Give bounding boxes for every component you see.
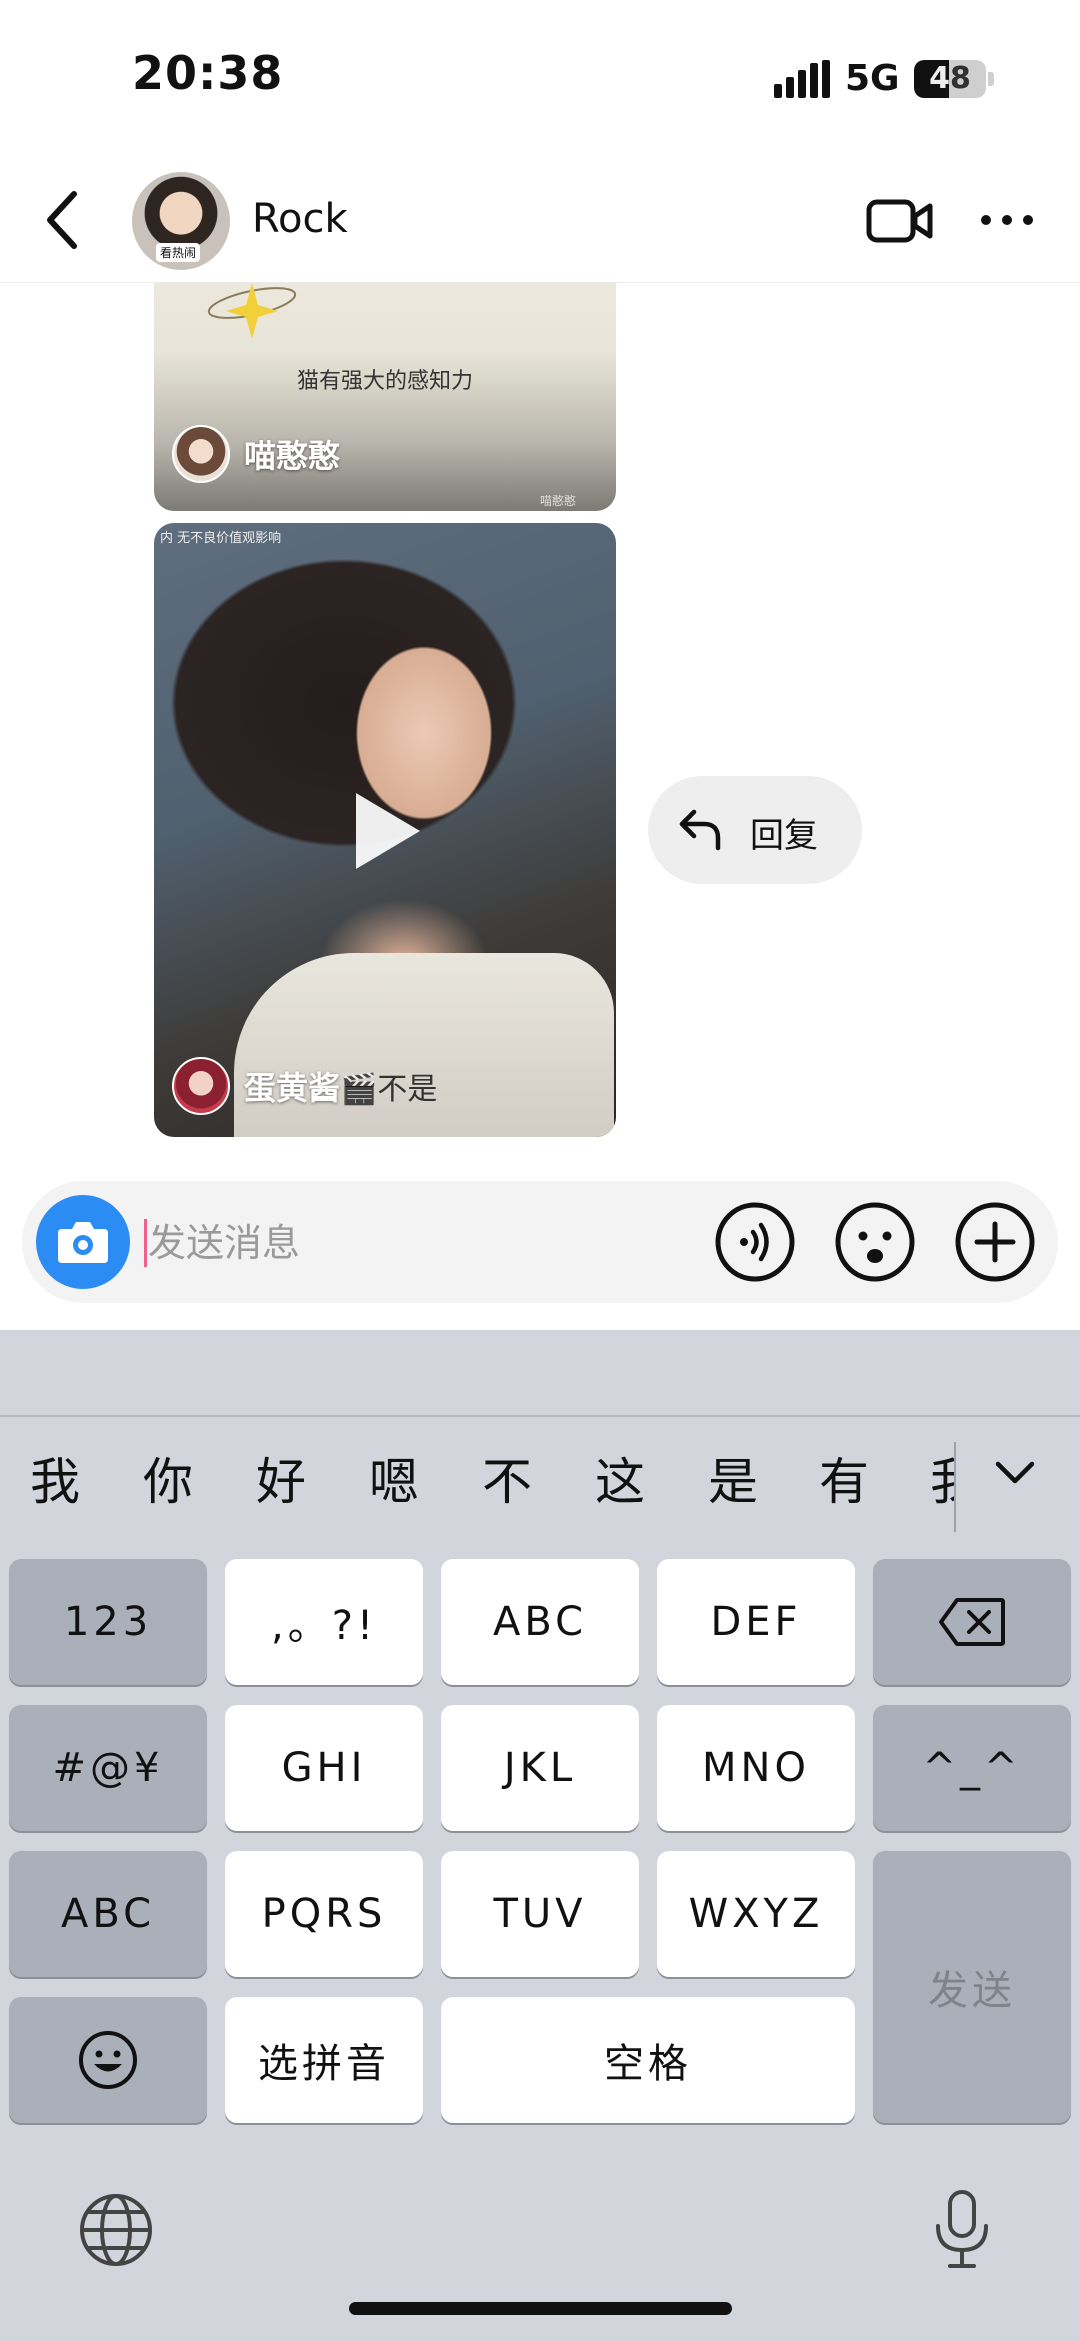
candidate-word[interactable]: 我: [30, 1442, 80, 1514]
network-type: 5G: [845, 58, 900, 99]
content-notice: 内 无不良价值观影响: [160, 531, 282, 546]
status-bar: 20:38 5G 48: [0, 0, 1080, 150]
send-key[interactable]: 发送: [873, 1851, 1071, 2123]
key-symbols[interactable]: #@¥: [9, 1705, 207, 1831]
signal-icon: [774, 60, 830, 98]
status-time: 20:38: [132, 46, 284, 100]
key-select-pinyin[interactable]: 选拼音: [225, 1997, 423, 2123]
candidate-bar: 我 你 好 嗯 不 这 是 有 我: [0, 1442, 1080, 1532]
plus-icon[interactable]: [952, 1199, 1038, 1285]
candidate-word[interactable]: 你: [143, 1442, 193, 1514]
chat-header: 看热闹 Rock: [0, 160, 1080, 283]
camera-icon: [58, 1222, 108, 1263]
key-emoticon[interactable]: ^_^: [873, 1705, 1071, 1831]
key-def[interactable]: DEF: [657, 1559, 855, 1685]
play-icon[interactable]: [356, 793, 420, 869]
keyboard: 我 你 好 嗯 不 这 是 有 我 123 ,。?! ABC DEF #@¥ G…: [0, 1330, 1080, 2341]
battery-icon: 48: [914, 60, 986, 98]
key-pqrs[interactable]: PQRS: [225, 1851, 423, 1977]
microphone-icon[interactable]: [932, 2188, 992, 2272]
candidate-word[interactable]: 有: [819, 1442, 869, 1514]
contact-avatar[interactable]: 看热闹: [132, 172, 230, 270]
candidate-word[interactable]: 嗯: [369, 1442, 419, 1514]
chevron-down-icon[interactable]: [990, 1448, 1040, 1498]
candidate-word[interactable]: 这: [595, 1442, 645, 1514]
candidate-separator: [954, 1442, 956, 1532]
avatar-tag: 看热闹: [156, 243, 201, 262]
camera-button[interactable]: [36, 1195, 130, 1289]
author-avatar: [172, 425, 230, 483]
candidate-word[interactable]: 是: [708, 1442, 758, 1514]
video-card[interactable]: 内 无不良价值观影响 蛋黄酱 🎬不是: [154, 523, 616, 1137]
video-call-icon[interactable]: [866, 196, 934, 246]
voice-icon[interactable]: [712, 1199, 798, 1285]
key-abc-switch[interactable]: ABC: [9, 1851, 207, 1977]
backspace-key[interactable]: [873, 1559, 1071, 1685]
key-mno[interactable]: MNO: [657, 1705, 855, 1831]
author-avatar: [172, 1057, 230, 1115]
message-composer: [22, 1181, 1058, 1303]
smiley-icon: [79, 2031, 137, 2089]
key-123[interactable]: 123: [9, 1559, 207, 1685]
candidate-word[interactable]: 好: [256, 1442, 306, 1514]
home-indicator[interactable]: [349, 2302, 732, 2315]
video-author: 蛋黄酱 🎬不是: [172, 1057, 437, 1115]
watermark: 喵憨憨: [539, 494, 576, 508]
contact-name[interactable]: Rock: [252, 196, 348, 242]
more-icon[interactable]: [978, 200, 1036, 240]
message-input[interactable]: [146, 1203, 710, 1283]
author-name: 蛋黄酱: [244, 1069, 341, 1107]
key-punctuation[interactable]: ,。?!: [225, 1559, 423, 1685]
emoji-icon[interactable]: [832, 1199, 918, 1285]
key-jkl[interactable]: JKL: [441, 1705, 639, 1831]
candidate-word[interactable]: 不: [482, 1442, 532, 1514]
battery-level: 48: [929, 61, 971, 96]
battery-cap: [988, 72, 994, 86]
globe-icon[interactable]: [78, 2192, 154, 2268]
reply-button[interactable]: 回复: [648, 776, 862, 884]
author-name: 喵憨憨: [244, 437, 341, 475]
backspace-icon: [939, 1598, 1005, 1646]
key-ghi[interactable]: GHI: [225, 1705, 423, 1831]
sparkle-icon: [207, 283, 297, 339]
key-wxyz[interactable]: WXYZ: [657, 1851, 855, 1977]
reply-label: 回复: [750, 816, 818, 856]
video-caption: 猫有强大的感知力: [296, 369, 473, 394]
divider: [0, 1415, 1080, 1417]
key-tuv[interactable]: TUV: [441, 1851, 639, 1977]
candidate-word[interactable]: 我: [930, 1442, 954, 1514]
back-arrow-icon[interactable]: [40, 188, 88, 252]
video-card[interactable]: 猫有强大的感知力 喵憨憨 喵憨憨: [154, 283, 616, 511]
reply-arrow-icon: [679, 809, 721, 851]
key-abc[interactable]: ABC: [441, 1559, 639, 1685]
video-author: 喵憨憨: [172, 425, 340, 483]
space-key[interactable]: 空格: [441, 1997, 855, 2123]
author-suffix: 🎬不是: [340, 1072, 438, 1107]
emoji-key[interactable]: [9, 1997, 207, 2123]
